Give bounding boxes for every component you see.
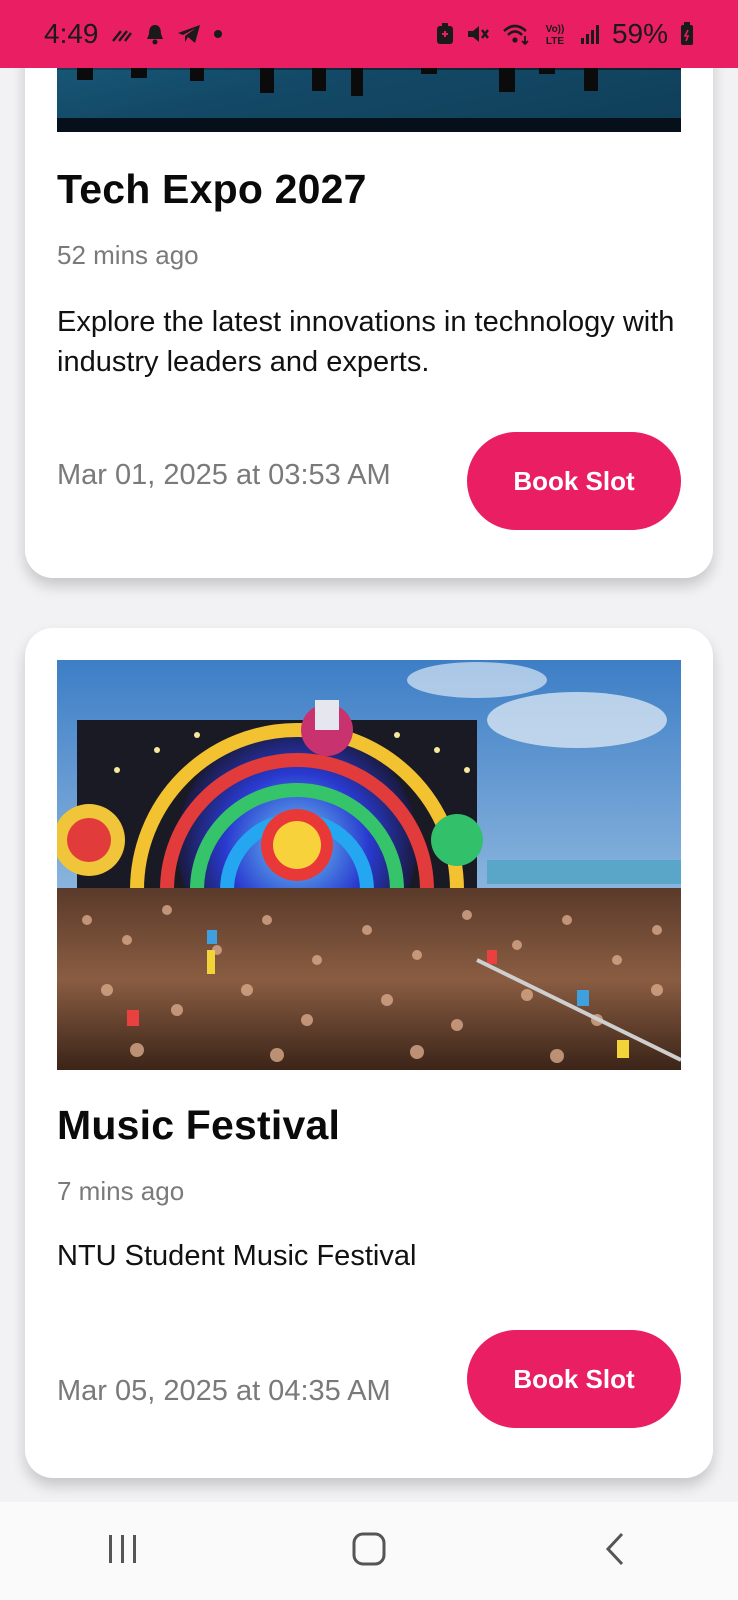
status-bar-right: Vo)) LTE 59% [436,18,694,50]
battery-icon [680,22,694,46]
back-icon [603,1531,627,1572]
event-image [57,660,681,1070]
dot-icon [213,29,223,39]
event-title: Music Festival [57,1102,341,1148]
event-posted-time: 7 mins ago [57,1176,185,1206]
system-nav-bar [0,1502,738,1600]
event-description: Explore the latest innovations in techno… [57,306,675,378]
home-button[interactable] [309,1511,429,1591]
bell-icon [145,23,165,45]
event-date: Mar 01, 2025 at 03:53 AM [57,459,391,491]
event-title: Tech Expo 2027 [57,166,367,212]
battery-saver-icon [436,23,454,45]
signal-waves-icon [111,25,133,43]
mute-icon [466,23,490,45]
event-posted-time: 52 mins ago [57,240,199,270]
events-feed[interactable]: Tech Expo 2027 52 mins ago Explore the l… [0,0,738,1502]
recent-apps-icon [106,1533,140,1570]
status-bar: 4:49 Vo)) LTE 59% [0,0,738,68]
book-slot-button[interactable]: Book Slot [467,1330,681,1428]
battery-percent: 59% [611,18,668,49]
svg-text:Vo)): Vo)) [546,24,565,35]
event-card[interactable]: Music Festival 7 mins ago NTU Student Mu… [25,628,713,1478]
event-date: Mar 05, 2025 at 04:35 AM [57,1375,391,1407]
home-icon [351,1531,387,1572]
wifi-icon [502,23,530,45]
back-button[interactable] [555,1511,675,1591]
event-description: NTU Student Music Festival [57,1240,417,1272]
status-time: 4:49 [44,18,99,49]
svg-text:LTE: LTE [546,36,564,47]
status-bar-left: 4:49 [44,18,223,50]
event-card[interactable]: Tech Expo 2027 52 mins ago Explore the l… [25,0,713,578]
recent-apps-button[interactable] [63,1511,183,1591]
book-slot-button[interactable]: Book Slot [467,432,681,530]
volte-icon: Vo)) LTE [542,21,568,47]
cell-signal-icon [580,23,600,45]
telegram-icon [177,24,201,44]
